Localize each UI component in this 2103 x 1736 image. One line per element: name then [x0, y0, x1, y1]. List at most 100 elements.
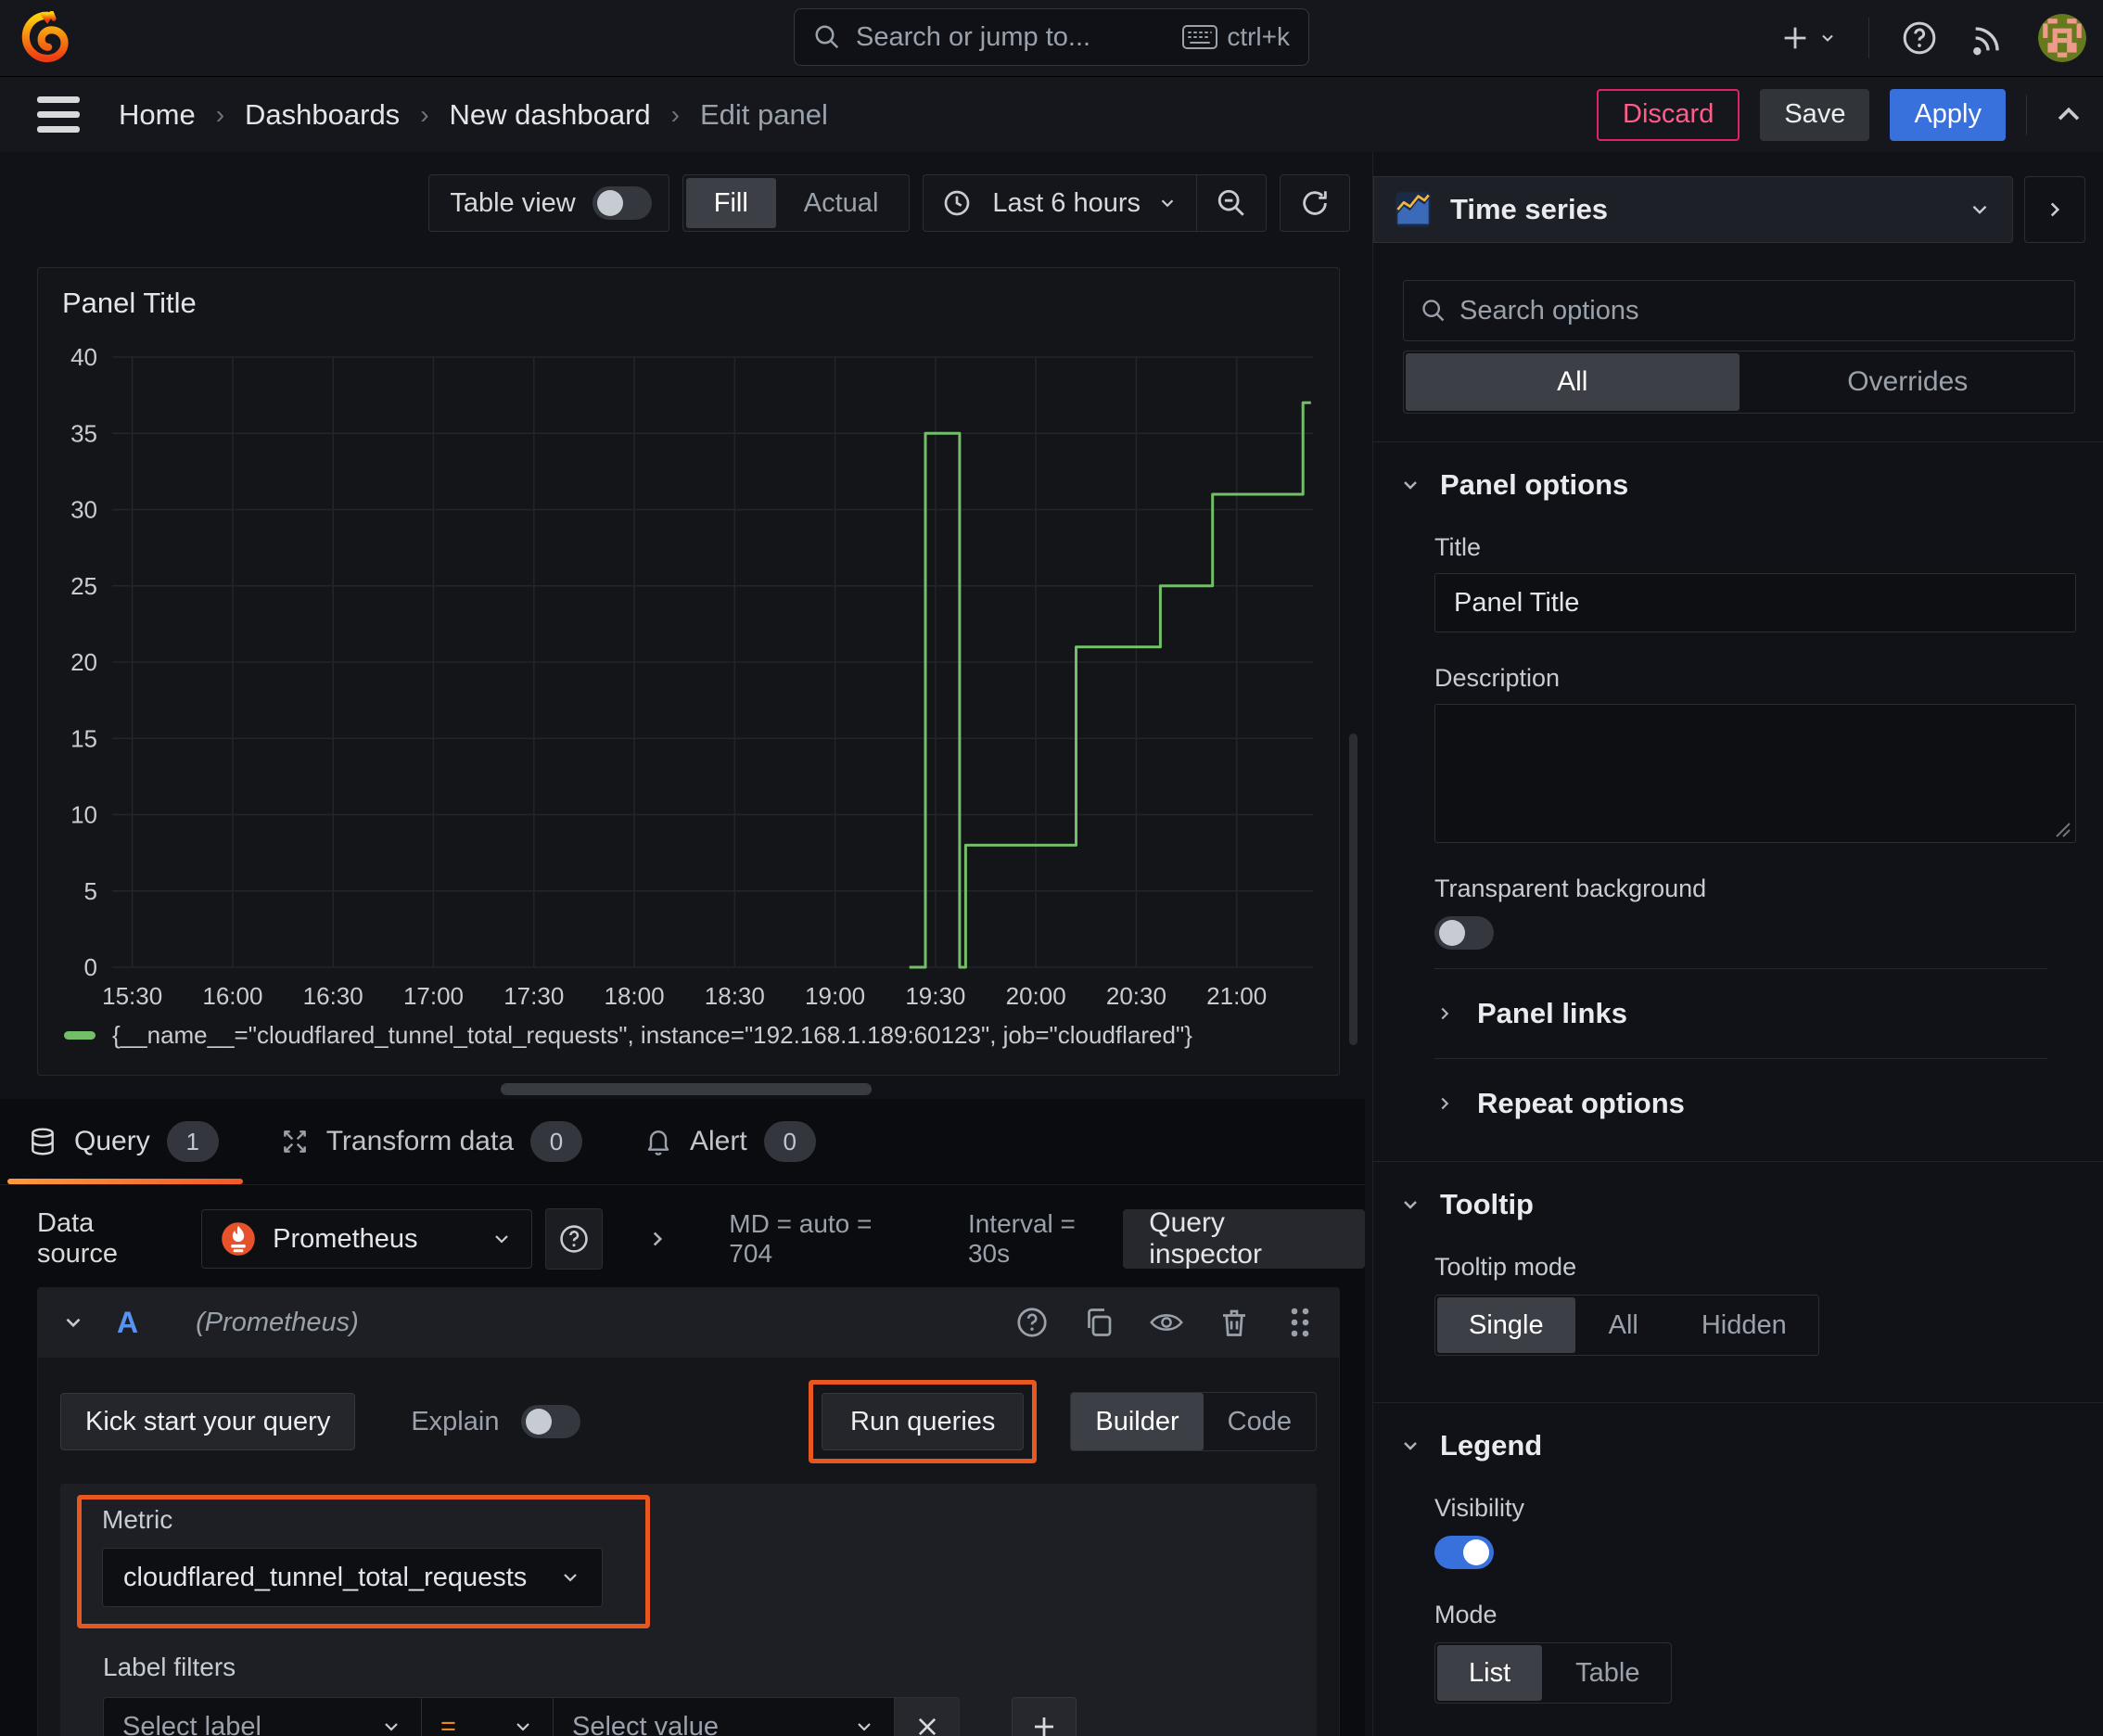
time-series-icon [1395, 191, 1432, 228]
breadcrumb-dashboards[interactable]: Dashboards [245, 98, 400, 132]
chevron-down-icon [1404, 1201, 1417, 1209]
grafana-logo-icon[interactable] [20, 11, 74, 65]
toggle-visibility-eye-icon[interactable] [1149, 1306, 1184, 1339]
options-search-input[interactable]: Search options [1403, 280, 2075, 341]
transparent-background-toggle[interactable] [1434, 916, 1494, 950]
news-rss-button[interactable] [1969, 19, 2007, 57]
refresh-icon [1303, 191, 1327, 215]
remove-filter-button[interactable] [895, 1697, 960, 1736]
query-header[interactable]: A (Prometheus) [37, 1287, 1340, 1358]
duplicate-query-icon[interactable] [1082, 1306, 1115, 1339]
global-search-input[interactable]: Search or jump to... ctrl+k [794, 8, 1309, 66]
search-icon [813, 23, 841, 51]
user-avatar[interactable] [2038, 14, 2086, 62]
select-value-placeholder: Select value [572, 1711, 719, 1736]
visibility-label: Visibility [1434, 1494, 1525, 1522]
refresh-button[interactable] [1281, 175, 1349, 231]
time-range-label: Last 6 hours [992, 187, 1141, 218]
breadcrumb-home[interactable]: Home [119, 98, 196, 132]
metric-select[interactable]: cloudflared_tunnel_total_requests [102, 1548, 603, 1607]
drag-handle-icon[interactable] [1284, 1306, 1316, 1339]
tooltip-mode-single[interactable]: Single [1437, 1297, 1575, 1353]
resize-corner-icon [2056, 823, 2071, 837]
tooltip-section: Tooltip Tooltip mode Single All Hidden [1373, 1161, 2103, 1402]
select-label-dropdown[interactable]: Select label [103, 1697, 422, 1736]
add-filter-button[interactable] [1012, 1697, 1077, 1736]
legend-header[interactable]: Legend [1399, 1429, 2075, 1462]
panel-title-input[interactable] [1434, 573, 2076, 632]
chevron-down-icon [564, 1574, 577, 1582]
operator-dropdown[interactable]: = [422, 1697, 554, 1736]
shortcut-text: ctrl+k [1227, 22, 1290, 51]
description-textarea[interactable] [1434, 704, 2076, 843]
explain-label: Explain [411, 1406, 500, 1436]
panel-links-row[interactable]: Panel links [1434, 968, 2047, 1058]
tab-overrides[interactable]: Overrides [1741, 351, 2075, 413]
explain-toggle[interactable] [521, 1405, 581, 1438]
tab-all[interactable]: All [1406, 353, 1740, 411]
fill-option[interactable]: Fill [685, 178, 776, 228]
expand-query-options-button[interactable] [645, 1227, 669, 1251]
tab-alert[interactable]: Alert 0 [644, 1099, 816, 1184]
tab-count-badge: 0 [763, 1121, 816, 1162]
svg-text:25: 25 [70, 572, 97, 600]
menu-toggle-button[interactable] [37, 96, 80, 133]
time-series-chart: 0 5 10 15 20 25 30 35 40 15:30 16:00 16:30 17:00 17:3… [38, 333, 1339, 1019]
code-option[interactable]: Code [1204, 1393, 1316, 1450]
discard-button[interactable]: Discard [1597, 88, 1740, 141]
tooltip-mode-label: Tooltip mode [1434, 1253, 1577, 1281]
horizontal-resize-handle[interactable] [501, 1083, 872, 1095]
apply-button[interactable]: Apply [1890, 88, 2006, 141]
chevron-down-icon [66, 1318, 81, 1328]
repeat-options-row[interactable]: Repeat options [1434, 1058, 2047, 1154]
max-data-points-info: MD = auto = 704 [729, 1209, 873, 1268]
kick-start-query-button[interactable]: Kick start your query [60, 1393, 356, 1450]
datasource-help-button[interactable] [545, 1208, 604, 1270]
collapse-header-button[interactable] [2053, 99, 2084, 131]
delete-query-trash-icon[interactable] [1217, 1306, 1251, 1339]
tab-query[interactable]: Query 1 [7, 1099, 243, 1184]
chevron-down-icon [1404, 1442, 1417, 1450]
svg-text:20:30: 20:30 [1106, 982, 1166, 1010]
breadcrumb-new-dashboard[interactable]: New dashboard [450, 98, 651, 132]
help-button[interactable] [1901, 19, 1938, 57]
breadcrumb-separator: › [420, 99, 429, 129]
new-item-button[interactable] [1779, 22, 1837, 54]
description-field-label: Description [1434, 664, 1561, 692]
collapse-options-pane-button[interactable] [2024, 176, 2085, 243]
chevron-down-icon [1404, 481, 1417, 490]
select-value-dropdown[interactable]: Select value [554, 1697, 895, 1736]
svg-text:40: 40 [70, 343, 97, 371]
save-button[interactable]: Save [1760, 88, 1870, 141]
chart-legend-item[interactable]: {__name__="cloudflared_tunnel_total_requ… [64, 1021, 1339, 1050]
keyboard-icon [1182, 25, 1218, 49]
metric-label: Metric [102, 1505, 173, 1534]
visualization-picker[interactable]: Time series [1373, 176, 2013, 243]
table-view-group: Table view [428, 174, 669, 232]
legend-mode-list[interactable]: List [1437, 1645, 1543, 1701]
tooltip-header[interactable]: Tooltip [1399, 1188, 2075, 1221]
legend-visibility-toggle[interactable] [1434, 1536, 1494, 1569]
tooltip-mode-hidden[interactable]: Hidden [1670, 1296, 1818, 1355]
tab-transform-data[interactable]: Transform data 0 [280, 1099, 582, 1184]
label-filter-row: Select label = Select value [103, 1697, 1317, 1736]
vertical-scrollbar[interactable] [1349, 734, 1357, 1045]
tab-label: Alert [690, 1126, 747, 1156]
run-queries-button[interactable]: Run queries [822, 1393, 1025, 1450]
builder-option[interactable]: Builder [1071, 1393, 1204, 1450]
tooltip-mode-all[interactable]: All [1577, 1296, 1670, 1355]
svg-text:21:00: 21:00 [1206, 982, 1267, 1010]
time-range-picker[interactable]: Last 6 hours [924, 175, 1196, 231]
legend-mode-table[interactable]: Table [1544, 1643, 1671, 1703]
refresh-group [1280, 174, 1350, 232]
actual-option[interactable]: Actual [776, 178, 907, 228]
table-view-toggle[interactable] [592, 186, 652, 220]
chevron-down-icon [495, 1235, 509, 1244]
prometheus-icon [221, 1221, 256, 1257]
query-inspector-button[interactable]: Query inspector [1123, 1207, 1365, 1270]
query-help-icon[interactable] [1015, 1306, 1049, 1339]
database-icon [32, 1128, 54, 1155]
datasource-picker[interactable]: Prometheus [201, 1209, 533, 1269]
zoom-out-button[interactable] [1197, 175, 1266, 231]
panel-options-header[interactable]: Panel options [1399, 468, 2075, 502]
